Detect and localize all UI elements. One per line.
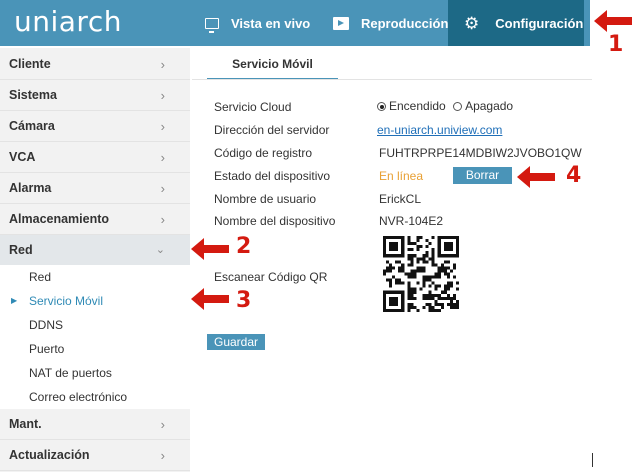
cloud-service-radio-group: Encendido Apagado xyxy=(377,99,513,113)
sidebar-item-vca[interactable]: VCA › xyxy=(0,142,190,173)
device-name-value: NVR-104E2 xyxy=(379,214,444,228)
sidebar-submenu-red: Red ▶ Servicio Móvil DDNS Puerto NAT de … xyxy=(0,265,190,409)
annotation-arrow-3-icon xyxy=(191,288,229,310)
username-label: Nombre de usuario xyxy=(214,192,317,206)
cloud-off-label: Apagado xyxy=(465,99,514,113)
server-address-label: Dirección del servidor xyxy=(214,123,330,137)
sidebar-item-label: Cliente xyxy=(9,57,51,71)
annotation-number-4: 4 xyxy=(566,163,582,188)
cloud-on-option[interactable]: Encendido xyxy=(377,99,446,113)
save-button[interactable]: Guardar xyxy=(207,334,265,350)
top-bar: uniarch Vista en vivo Reproducción ⚙ Con… xyxy=(0,0,590,46)
registration-code-value: FUHTRPRPE14MDBIW2JVOBO1QW xyxy=(379,146,582,160)
brand-logo: uniarch xyxy=(14,5,122,38)
annotation-number-1: 1 xyxy=(608,32,624,57)
sidebar-item-camara[interactable]: Cámara › xyxy=(0,111,190,142)
sidebar-subitem-ddns[interactable]: DDNS xyxy=(0,313,190,337)
nav-configuration-label: Configuración xyxy=(495,15,584,31)
monitor-icon xyxy=(205,17,219,33)
nav-live-view[interactable]: Vista en vivo xyxy=(205,0,310,46)
cloud-on-label: Encendido xyxy=(389,99,446,113)
sidebar-item-label: Mant. xyxy=(9,417,42,431)
nav-live-view-label: Vista en vivo xyxy=(231,15,311,31)
gear-icon: ⚙ xyxy=(464,13,480,33)
sidebar-subitem-nat[interactable]: NAT de puertos xyxy=(0,361,190,385)
chevron-right-icon: › xyxy=(160,212,165,227)
radio-off-icon xyxy=(453,102,463,111)
sidebar-item-label: Actualización xyxy=(9,448,90,462)
chevron-right-icon: › xyxy=(160,150,165,165)
sidebar-subitem-servicio-movil[interactable]: ▶ Servicio Móvil xyxy=(0,289,190,313)
chevron-right-icon: › xyxy=(160,119,165,134)
annotation-number-2: 2 xyxy=(236,234,252,259)
server-address-link[interactable]: en-uniarch.uniview.com xyxy=(377,123,502,137)
sidebar-item-almacenamiento[interactable]: Almacenamiento › xyxy=(0,204,190,235)
device-status-value: En línea xyxy=(379,169,424,183)
sidebar-item-label: Alarma xyxy=(9,181,52,195)
sidebar-subitem-puerto[interactable]: Puerto xyxy=(0,337,190,361)
sidebar-item-cliente[interactable]: Cliente › xyxy=(0,49,190,80)
sidebar-item-alarma[interactable]: Alarma › xyxy=(0,173,190,204)
device-name-label: Nombre del dispositivo xyxy=(214,214,336,228)
radio-on-icon xyxy=(377,102,386,111)
qr-code-image xyxy=(383,236,459,312)
sidebar-item-label: Almacenamiento xyxy=(9,212,110,226)
annotation-number-3: 3 xyxy=(236,288,252,313)
annotation-arrow-4-icon xyxy=(517,166,555,188)
cloud-off-option[interactable]: Apagado xyxy=(453,99,513,113)
sidebar-item-sistema[interactable]: Sistema › xyxy=(0,80,190,111)
chevron-right-icon: › xyxy=(160,417,165,432)
sidebar-item-label: Cámara xyxy=(9,119,55,133)
device-status-label: Estado del dispositivo xyxy=(214,169,331,183)
nav-playback[interactable]: Reproducción xyxy=(333,0,448,46)
cloud-service-label: Servicio Cloud xyxy=(214,100,292,114)
sidebar-subitem-label: Servicio Móvil xyxy=(29,294,104,308)
sidebar-item-label: Red xyxy=(9,243,33,257)
registration-code-label: Código de registro xyxy=(214,146,313,160)
sidebar-item-label: Sistema xyxy=(9,88,57,102)
chevron-down-icon: ⌄ xyxy=(155,244,165,256)
play-icon xyxy=(333,16,349,30)
annotation-arrow-1-icon xyxy=(594,10,632,32)
sidebar-item-actualizacion[interactable]: Actualización › xyxy=(0,440,190,471)
text-cursor xyxy=(592,453,593,467)
sidebar-item-label: VCA xyxy=(9,150,36,164)
chevron-right-icon: › xyxy=(160,448,165,463)
delete-button[interactable]: Borrar xyxy=(453,167,512,184)
tab-servicio-movil[interactable]: Servicio Móvil xyxy=(207,50,338,80)
sidebar-subitem-email[interactable]: Correo electrónico xyxy=(0,385,190,409)
qr-code-label: Escanear Código QR xyxy=(214,270,328,284)
nav-configuration[interactable]: ⚙ Configuración xyxy=(448,0,584,46)
sidebar-item-red[interactable]: Red ⌄ xyxy=(0,235,190,266)
sidebar: Cliente › Sistema › Cámara › VCA › Alarm… xyxy=(0,48,190,472)
annotation-arrow-2-icon xyxy=(191,238,229,260)
sidebar-subitem-red[interactable]: Red xyxy=(0,265,190,289)
chevron-right-icon: › xyxy=(160,88,165,103)
chevron-right-icon: › xyxy=(160,57,165,72)
chevron-right-icon: › xyxy=(160,181,165,196)
username-value: ErickCL xyxy=(379,192,422,206)
nav-playback-label: Reproducción xyxy=(361,15,449,31)
active-bullet-icon: ▶ xyxy=(11,296,18,305)
tab-divider xyxy=(192,79,592,80)
sidebar-item-mant[interactable]: Mant. › xyxy=(0,409,190,440)
